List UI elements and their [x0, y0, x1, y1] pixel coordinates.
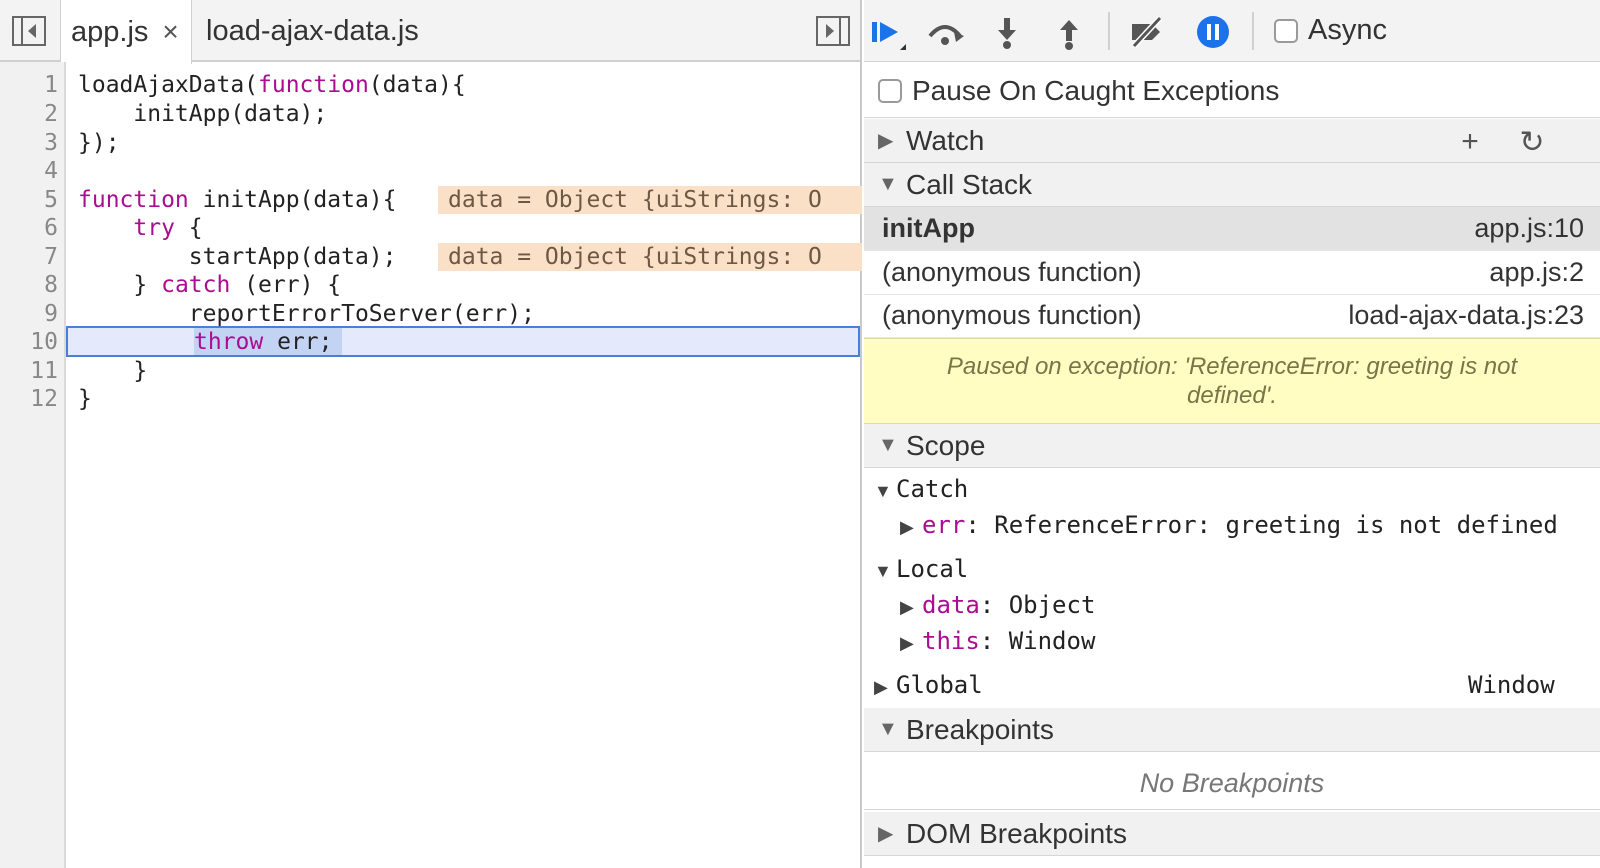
- no-breakpoints-message: No Breakpoints: [864, 758, 1600, 810]
- resume-icon[interactable]: [866, 12, 908, 52]
- source-editor-pane: app.js × load-ajax-data.js 1 2 3 4 5 6 7…: [0, 0, 862, 868]
- refresh-icon[interactable]: ↻: [1516, 125, 1548, 160]
- code-line-5[interactable]: function initApp(data){: [78, 186, 397, 215]
- line-number[interactable]: 5: [0, 186, 58, 215]
- line-number[interactable]: 12: [0, 385, 58, 414]
- inline-value-line-5: data = Object {uiStrings: O: [438, 186, 862, 214]
- scope-property-err[interactable]: ▶ err: ReferenceError: greeting is not de…: [900, 507, 1558, 541]
- line-number[interactable]: 10: [0, 328, 58, 357]
- step-out-icon[interactable]: [1048, 12, 1090, 52]
- async-checkbox[interactable]: [1274, 18, 1298, 43]
- scope-label: Scope: [906, 429, 986, 461]
- line-number[interactable]: 11: [0, 357, 58, 386]
- dom-breakpoints-section-header[interactable]: ▶ DOM Breakpoints: [864, 812, 1600, 856]
- line-number[interactable]: 7: [0, 243, 58, 272]
- breakpoints-label: Breakpoints: [906, 713, 1054, 745]
- scope-global-value: Window: [1468, 671, 1555, 699]
- frame-location[interactable]: app.js:2: [1489, 257, 1584, 288]
- line-number[interactable]: 6: [0, 214, 58, 243]
- step-over-icon[interactable]: [924, 12, 966, 52]
- async-checkbox-group[interactable]: Async: [1274, 14, 1387, 47]
- code-line-7[interactable]: startApp(data);: [78, 243, 397, 272]
- paused-on-exception-message: Paused on exception: 'ReferenceError: gr…: [864, 338, 1600, 424]
- debugger-sidebar: Async Pause On Caught Exceptions ▶ Watch…: [864, 0, 1600, 868]
- watch-section-header[interactable]: ▶ Watch + ↻: [864, 119, 1600, 163]
- toolbar-separator: [1252, 12, 1254, 50]
- collapse-triangle-icon: ▼: [874, 481, 892, 501]
- breakpoints-section-header[interactable]: ▼ Breakpoints: [864, 708, 1600, 752]
- code-line-9[interactable]: reportErrorToServer(err);: [78, 300, 535, 329]
- tab-label: load-ajax-data.js: [206, 14, 419, 47]
- add-watch-icon[interactable]: +: [1454, 125, 1486, 159]
- code-line-12[interactable]: }: [78, 385, 92, 414]
- code-line-2[interactable]: initApp(data);: [78, 100, 327, 129]
- code-line-3[interactable]: });: [78, 129, 120, 158]
- expand-triangle-icon: ▶: [900, 517, 914, 537]
- expand-triangle-icon: ▶: [878, 130, 894, 152]
- tab-app-js[interactable]: app.js ×: [60, 0, 192, 64]
- code-line-8[interactable]: } catch (err) {: [78, 271, 341, 300]
- frame-location[interactable]: app.js:10: [1474, 213, 1584, 244]
- close-tab-icon[interactable]: ×: [162, 16, 178, 48]
- execution-line-highlight: [66, 326, 860, 357]
- line-number[interactable]: 1: [0, 71, 58, 100]
- scope-local-header[interactable]: ▼ Local: [874, 551, 968, 585]
- debugger-toolbar: Async: [864, 0, 1600, 62]
- line-number[interactable]: 4: [0, 157, 58, 186]
- tab-load-ajax-data-js[interactable]: load-ajax-data.js: [206, 0, 419, 62]
- pause-caught-checkbox[interactable]: [878, 78, 902, 103]
- toggle-navigator-icon[interactable]: [12, 16, 46, 46]
- scope-section-header[interactable]: ▼ Scope: [864, 424, 1600, 468]
- scope-global-header[interactable]: ▶ Global: [874, 667, 983, 701]
- expand-triangle-icon: ▶: [900, 633, 914, 653]
- line-number[interactable]: 9: [0, 300, 58, 329]
- toggle-debugger-icon[interactable]: [816, 16, 850, 46]
- editor-tab-bar: app.js × load-ajax-data.js: [0, 0, 860, 64]
- collapse-triangle-icon: ▼: [874, 561, 892, 581]
- code-line-11[interactable]: }: [78, 357, 147, 386]
- line-number-gutter[interactable]: 1 2 3 4 5 6 7 8 9 10 11 12: [0, 62, 66, 868]
- pause-on-exceptions-icon[interactable]: [1192, 12, 1234, 52]
- inline-value-line-7: data = Object {uiStrings: O: [438, 243, 862, 271]
- pause-on-caught-exceptions[interactable]: Pause On Caught Exceptions: [864, 64, 1600, 118]
- call-frame[interactable]: initApp app.js:10: [864, 207, 1600, 251]
- expand-triangle-icon: ▶: [878, 823, 894, 845]
- expand-triangle-icon: ▶: [874, 677, 888, 697]
- collapse-triangle-icon: ▼: [878, 434, 898, 456]
- call-stack-label: Call Stack: [906, 168, 1033, 200]
- frame-function: (anonymous function): [882, 300, 1142, 330]
- scope-property-this[interactable]: ▶ this: Window: [900, 623, 1095, 657]
- frame-function: initApp: [882, 213, 975, 243]
- line-number[interactable]: 3: [0, 129, 58, 158]
- pause-caught-label: Pause On Caught Exceptions: [912, 74, 1280, 106]
- line-number[interactable]: 2: [0, 100, 58, 129]
- collapse-triangle-icon: ▼: [878, 718, 898, 740]
- scope-catch-header[interactable]: ▼ Catch: [874, 471, 968, 505]
- frame-function: (anonymous function): [882, 257, 1142, 287]
- call-frame[interactable]: (anonymous function) app.js:2: [864, 251, 1600, 295]
- scope-property-data[interactable]: ▶ data: Object: [900, 587, 1095, 621]
- expand-triangle-icon: ▶: [900, 597, 914, 617]
- tab-label: app.js: [71, 15, 149, 48]
- deactivate-breakpoints-icon[interactable]: [1126, 12, 1168, 52]
- call-stack-section-header[interactable]: ▼ Call Stack: [864, 163, 1600, 207]
- code-line-1[interactable]: loadAjaxData(function(data){: [78, 71, 466, 100]
- step-into-icon[interactable]: [986, 12, 1028, 52]
- frame-location[interactable]: load-ajax-data.js:23: [1348, 300, 1584, 331]
- watch-label: Watch: [906, 124, 985, 156]
- dom-breakpoints-label: DOM Breakpoints: [906, 817, 1127, 849]
- line-number[interactable]: 8: [0, 271, 58, 300]
- call-frame[interactable]: (anonymous function) load-ajax-data.js:2…: [864, 294, 1600, 338]
- code-line-6[interactable]: try {: [78, 214, 202, 243]
- code-line-10[interactable]: throw err;: [194, 328, 333, 357]
- collapse-triangle-icon: ▼: [878, 173, 898, 195]
- toolbar-separator: [1108, 12, 1110, 50]
- async-label: Async: [1308, 14, 1387, 46]
